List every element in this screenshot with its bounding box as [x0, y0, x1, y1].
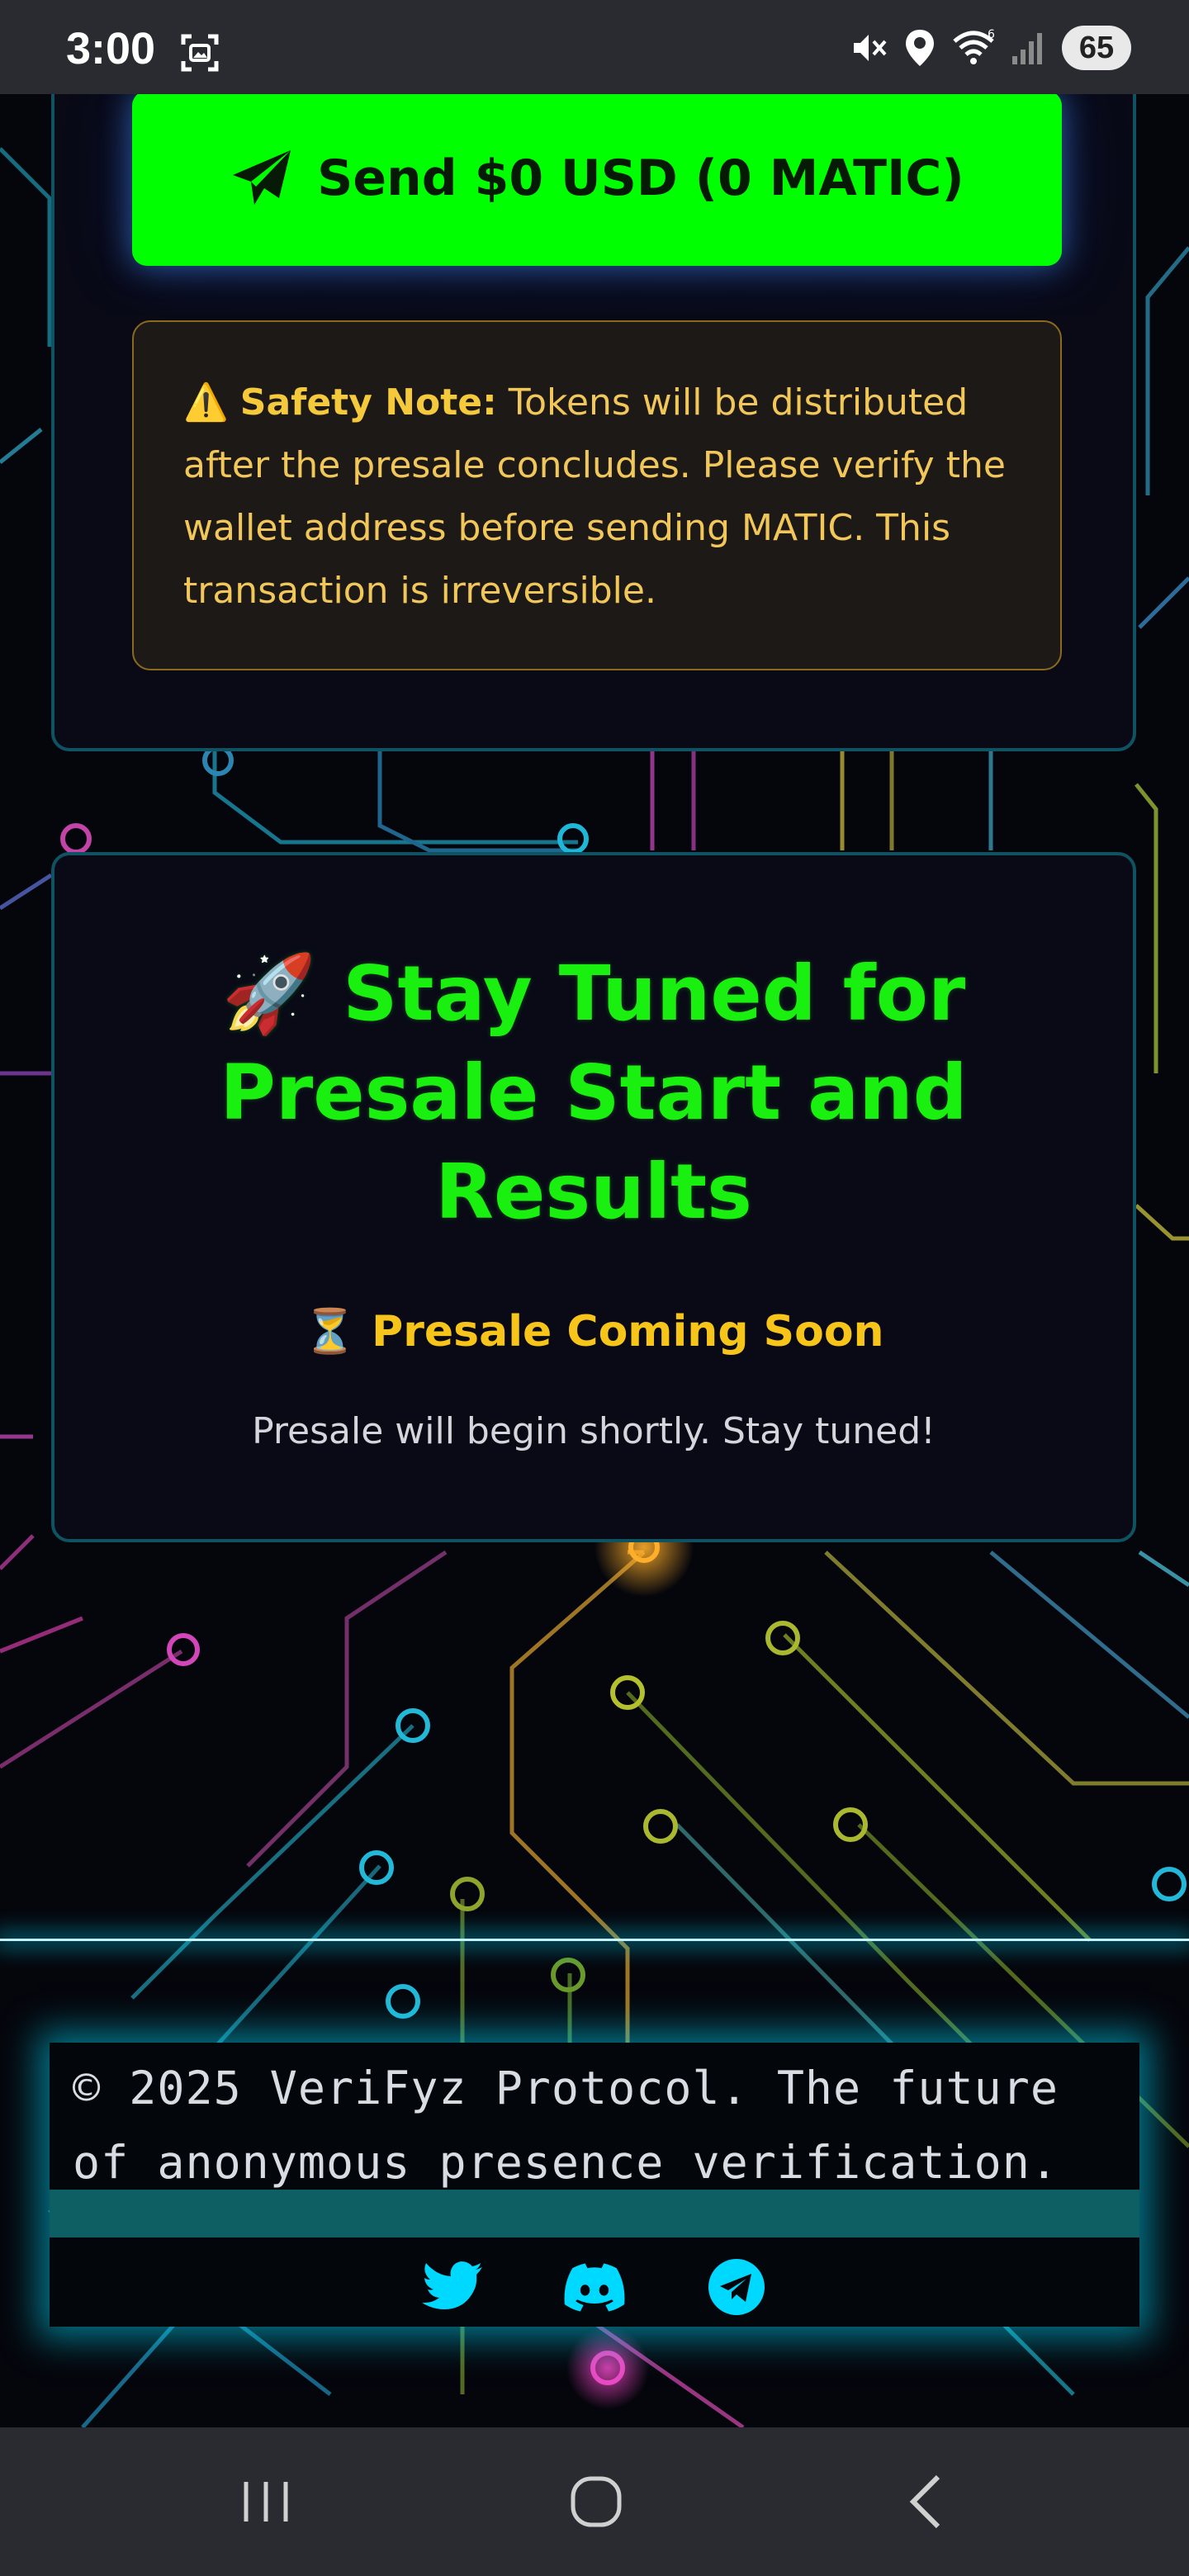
safety-note-label: Safety Note: — [239, 381, 497, 424]
presale-status-text: Presale Coming Soon — [372, 1307, 884, 1357]
navigation-bar — [0, 2427, 1189, 2576]
presale-card: 🚀 Stay Tuned for Presale Start and Resul… — [51, 852, 1136, 1542]
twitter-icon[interactable] — [419, 2254, 486, 2320]
home-button[interactable] — [563, 2469, 629, 2535]
footer-copyright: © 2025 VeriFyz Protocol. The future of a… — [73, 2062, 1059, 2189]
presale-status: ⏳ Presale Coming Soon — [54, 1306, 1133, 1357]
hourglass-icon: ⏳ — [303, 1307, 358, 1357]
presale-message: Presale will begin shortly. Stay tuned! — [252, 1410, 936, 1452]
recent-apps-button[interactable] — [233, 2469, 299, 2535]
send-button[interactable]: Send $0 USD (0 MATIC) — [132, 91, 1062, 266]
telegram-icon[interactable] — [703, 2254, 770, 2320]
discord-icon[interactable] — [561, 2254, 628, 2320]
footer: © 2025 VeriFyz Protocol. The future of a… — [50, 2043, 1139, 2327]
send-button-label: Send $0 USD (0 MATIC) — [317, 149, 964, 207]
purchase-card: Send $0 USD (0 MATIC) ⚠️ Safety Note: To… — [51, 33, 1136, 751]
battery-indicator: 65 — [1062, 26, 1131, 70]
presale-title: 🚀 Stay Tuned for Presale Start and Resul… — [220, 949, 968, 1236]
mute-icon — [854, 35, 887, 61]
signal-icon — [1012, 33, 1042, 64]
footer-divider — [0, 1939, 1189, 1941]
status-time: 3:00 — [66, 24, 156, 73]
safety-note: ⚠️ Safety Note: Tokens will be distribut… — [132, 320, 1062, 670]
social-links — [50, 2254, 1139, 2320]
location-icon — [906, 30, 934, 66]
footer-band — [50, 2190, 1139, 2237]
svg-text:6: 6 — [988, 28, 995, 41]
wifi-icon: 6 — [953, 28, 995, 64]
status-bar: 3:00 6 65 — [0, 0, 1189, 94]
screenshot-icon — [181, 34, 219, 72]
warning-icon: ⚠️ — [183, 381, 229, 424]
back-button[interactable] — [895, 2469, 961, 2535]
paper-plane-icon — [233, 150, 291, 205]
